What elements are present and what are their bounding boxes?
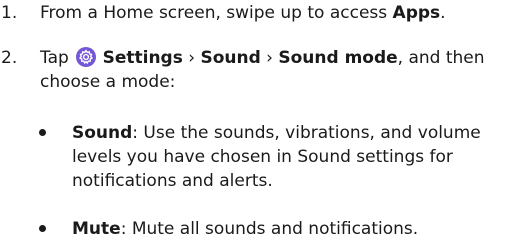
step-number: 2. (1, 48, 18, 68)
term-sound: Sound (72, 123, 133, 143)
path-sound-mode: Sound mode (278, 48, 398, 68)
bullet-text: Mute: Mute all sounds and notifications. (72, 219, 419, 239)
step-number: 1. (1, 3, 18, 23)
bullet-dot (39, 225, 46, 232)
path-sound: Sound (200, 48, 261, 68)
settings-gear-icon (76, 47, 97, 67)
apps-label: Apps (392, 3, 441, 23)
step-text: From a Home screen, swipe up to access A… (40, 3, 446, 23)
step-text: Tap Settings › Sound › Sound mode, and t… (40, 47, 485, 92)
bullet-dot (39, 129, 46, 136)
bullet-text: Sound: Use the sounds, vibrations, and v… (72, 123, 481, 191)
term-mute: Mute (72, 219, 121, 239)
path-settings: Settings (102, 48, 183, 68)
